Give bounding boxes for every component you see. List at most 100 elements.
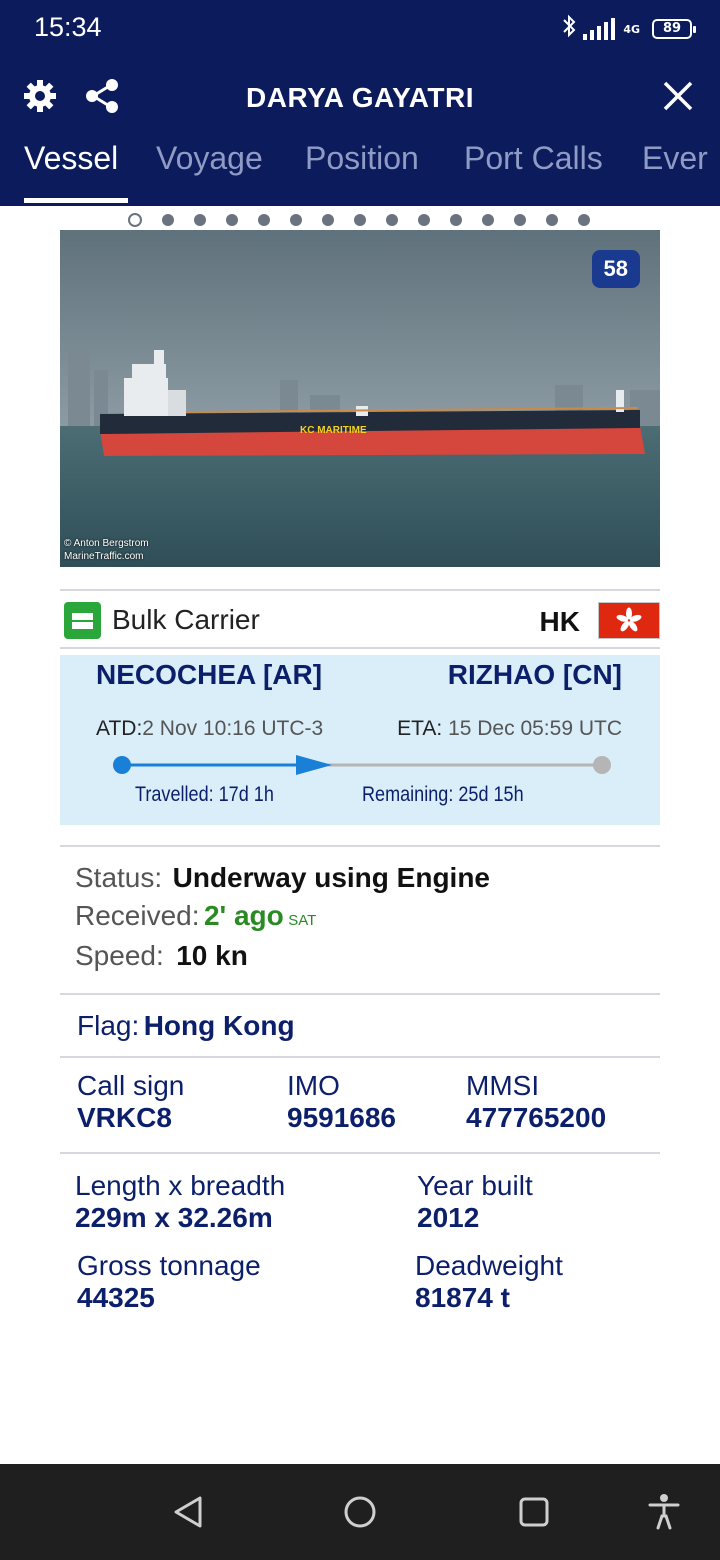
close-icon[interactable] bbox=[660, 78, 696, 114]
status-bar: 15:34 4G 89 bbox=[0, 0, 720, 56]
pager-dot[interactable] bbox=[578, 214, 590, 226]
recents-icon[interactable] bbox=[516, 1494, 552, 1530]
imo-value: 9591686 bbox=[287, 1102, 397, 1133]
voyage-summary[interactable]: NECOCHEA [AR] RIZHAO [CN] ATD:2 Nov 10:1… bbox=[60, 655, 660, 825]
pager-dot[interactable] bbox=[450, 214, 462, 226]
size-value: 229m x 32.26m bbox=[75, 1202, 273, 1233]
mmsi-value: 477765200 bbox=[466, 1102, 607, 1133]
size-field: Length x breadth 229m x 32.26m bbox=[75, 1170, 285, 1234]
vessel-type: Bulk Carrier bbox=[112, 604, 260, 635]
eta: ETA: 15 Dec 05:59 UTC bbox=[397, 717, 622, 741]
imo-label: IMO bbox=[287, 1070, 340, 1101]
flag-code: HK bbox=[539, 606, 580, 637]
pager-dot[interactable] bbox=[546, 214, 558, 226]
callsign-field: Call sign VRKC8 bbox=[77, 1070, 184, 1134]
pager-dot[interactable] bbox=[194, 214, 206, 226]
hull-marking: KC MARITIME bbox=[300, 425, 367, 436]
tab-bar: Vessel Voyage Position Port Calls Ever bbox=[0, 140, 720, 206]
vessel-photo[interactable]: KC MARITIME 58 © Anton Bergstrom MarineT… bbox=[60, 230, 660, 567]
received-source: SAT bbox=[288, 912, 317, 929]
imo-field: IMO 9591686 bbox=[287, 1070, 396, 1134]
tab-position[interactable]: Position bbox=[305, 140, 419, 177]
atd-label: ATD: bbox=[96, 717, 143, 740]
destination-port: RIZHAO [CN] bbox=[447, 659, 622, 690]
deadweight-field: Deadweight 81874 t bbox=[415, 1250, 563, 1314]
pager-dot[interactable] bbox=[322, 214, 334, 226]
flag-value: Hong Kong bbox=[143, 1010, 295, 1041]
eta-label: ETA: bbox=[397, 717, 443, 740]
gross-tonnage-field: Gross tonnage 44325 bbox=[77, 1250, 261, 1314]
pager-dot[interactable] bbox=[290, 214, 302, 226]
battery-icon: 89 bbox=[652, 19, 696, 39]
divider bbox=[60, 647, 660, 649]
status-label: Status: bbox=[75, 862, 163, 893]
vessel-position-arrow bbox=[296, 755, 332, 775]
eta-value: 15 Dec 05:59 UTC bbox=[448, 717, 622, 740]
year-built-field: Year built 2012 bbox=[417, 1170, 533, 1234]
origin-dot bbox=[113, 756, 131, 774]
vessel-type-icon bbox=[64, 602, 101, 639]
status-icons: 4G 89 bbox=[561, 14, 696, 44]
divider bbox=[60, 1056, 660, 1058]
pager-dot[interactable] bbox=[386, 214, 398, 226]
photo-pager[interactable] bbox=[128, 213, 590, 227]
clock: 15:34 bbox=[34, 12, 102, 42]
pager-dot[interactable] bbox=[162, 214, 174, 226]
deadweight-value: 81874 t bbox=[415, 1282, 510, 1313]
atd-value: 2 Nov 10:16 UTC-3 bbox=[142, 717, 324, 740]
back-icon[interactable] bbox=[170, 1494, 206, 1530]
divider bbox=[60, 1152, 660, 1154]
callsign-value: VRKC8 bbox=[77, 1102, 172, 1133]
pager-dot[interactable] bbox=[418, 214, 430, 226]
tab-voyage[interactable]: Voyage bbox=[156, 140, 263, 177]
remaining-time: Remaining: 25d 15h bbox=[362, 783, 524, 806]
received-label: Received: bbox=[75, 900, 200, 931]
departure-port: NECOCHEA [AR] bbox=[96, 659, 323, 690]
divider bbox=[60, 589, 660, 591]
tab-vessel[interactable]: Vessel bbox=[24, 140, 118, 177]
pager-dot[interactable] bbox=[354, 214, 366, 226]
app-header: DARYA GAYATRI Vessel Voyage Position Por… bbox=[0, 56, 720, 206]
signal-icon bbox=[583, 18, 616, 40]
bluetooth-icon bbox=[561, 14, 577, 44]
photo-credit: © Anton Bergstrom MarineTraffic.com bbox=[64, 537, 149, 563]
flag-icon bbox=[598, 602, 660, 639]
voyage-progress-bar bbox=[113, 755, 611, 775]
pager-dot[interactable] bbox=[128, 213, 142, 227]
tab-port-calls[interactable]: Port Calls bbox=[464, 140, 603, 177]
mmsi-field: MMSI 477765200 bbox=[466, 1070, 606, 1134]
system-nav-bar bbox=[0, 1464, 720, 1560]
speed-row: Speed: 10 kn bbox=[75, 940, 248, 972]
network-type: 4G bbox=[623, 22, 640, 36]
year-built-label: Year built bbox=[417, 1170, 533, 1201]
vessel-type-row: Bulk Carrier HK bbox=[60, 592, 660, 648]
ship-illustration: KC MARITIME bbox=[60, 230, 660, 567]
mmsi-label: MMSI bbox=[466, 1070, 540, 1101]
gross-tonnage-label: Gross tonnage bbox=[77, 1250, 261, 1281]
accessibility-icon[interactable] bbox=[646, 1492, 682, 1532]
flag-row: Flag: Hong Kong bbox=[77, 1010, 295, 1042]
tab-events[interactable]: Ever bbox=[642, 140, 708, 177]
divider bbox=[60, 993, 660, 995]
pager-dot[interactable] bbox=[514, 214, 526, 226]
year-built-value: 2012 bbox=[417, 1202, 480, 1233]
pager-dot[interactable] bbox=[482, 214, 494, 226]
pager-dot[interactable] bbox=[258, 214, 270, 226]
travelled-time: Travelled: 17d 1h bbox=[135, 783, 274, 806]
status-row: Status: Underway using Engine bbox=[75, 862, 490, 894]
deadweight-label: Deadweight bbox=[415, 1250, 563, 1281]
destination-dot bbox=[593, 756, 611, 774]
speed-label: Speed: bbox=[75, 940, 164, 971]
photo-count-badge: 58 bbox=[591, 250, 640, 288]
received-row: Received: 2' ago SAT bbox=[75, 900, 316, 932]
home-icon[interactable] bbox=[342, 1494, 378, 1530]
received-value: 2' ago bbox=[203, 900, 284, 931]
pager-dot[interactable] bbox=[226, 214, 238, 226]
active-tab-indicator bbox=[24, 198, 128, 203]
photo-credit-author: © Anton Bergstrom bbox=[64, 538, 149, 549]
flag-label: Flag: bbox=[77, 1010, 140, 1041]
divider bbox=[60, 845, 660, 847]
vessel-name-title: DARYA GAYATRI bbox=[246, 82, 474, 113]
status-value: Underway using Engine bbox=[172, 862, 491, 893]
photo-credit-site: MarineTraffic.com bbox=[64, 551, 144, 562]
